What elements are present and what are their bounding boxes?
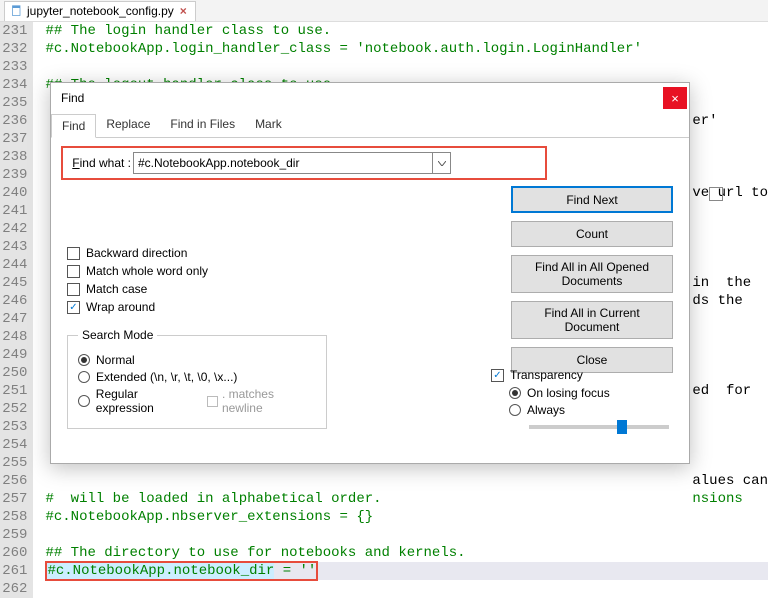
transparency-group: Transparency On losing focus Always bbox=[491, 368, 673, 429]
dialog-tabs: FindReplaceFind in FilesMark bbox=[51, 113, 689, 138]
radio-normal[interactable]: Normal bbox=[78, 353, 316, 367]
file-tab[interactable]: jupyter_notebook_config.py × bbox=[4, 1, 196, 21]
dropdown-arrow-icon[interactable] bbox=[433, 152, 451, 174]
close-icon[interactable]: × bbox=[178, 4, 189, 18]
radio-on-losing-focus[interactable]: On losing focus bbox=[509, 386, 673, 400]
find-combo bbox=[133, 152, 673, 174]
tab-replace[interactable]: Replace bbox=[96, 113, 160, 137]
find-input[interactable] bbox=[133, 152, 433, 174]
line-gutter: 2312322332342352362372382392402412422432… bbox=[0, 22, 33, 598]
find-next-button[interactable]: Find Next bbox=[511, 186, 673, 213]
find-row: Find what : bbox=[67, 152, 673, 174]
radio-extended[interactable]: Extended (\n, \r, \t, \0, \x...) bbox=[78, 370, 316, 384]
close-button[interactable]: × bbox=[663, 87, 687, 109]
pin-checkbox[interactable] bbox=[709, 187, 723, 201]
transparency-checkbox[interactable]: Transparency bbox=[491, 368, 673, 382]
find-label: Find what : bbox=[67, 156, 131, 170]
find-all-current-button[interactable]: Find All in Current Document bbox=[511, 301, 673, 339]
button-column: Find Next Count Find All in All Opened D… bbox=[511, 186, 673, 373]
radio-always[interactable]: Always bbox=[509, 403, 673, 417]
search-mode-group: Search Mode Normal Extended (\n, \r, \t,… bbox=[67, 328, 327, 429]
file-tab-bar: jupyter_notebook_config.py × bbox=[0, 0, 768, 22]
find-dialog: Find × FindReplaceFind in FilesMark Find… bbox=[50, 82, 690, 464]
count-button[interactable]: Count bbox=[511, 221, 673, 247]
dialog-body: Find what : Find Next Count Find All in … bbox=[51, 138, 689, 463]
file-icon bbox=[11, 5, 23, 17]
slider-thumb[interactable] bbox=[617, 420, 627, 434]
find-all-opened-button[interactable]: Find All in All Opened Documents bbox=[511, 255, 673, 293]
file-tab-name: jupyter_notebook_config.py bbox=[27, 4, 174, 18]
tab-find[interactable]: Find bbox=[51, 114, 96, 138]
transparency-slider[interactable] bbox=[529, 425, 669, 429]
dialog-title: Find bbox=[61, 91, 84, 105]
matches-newline: . matches newline bbox=[207, 387, 316, 415]
radio-regex[interactable]: Regular expression. matches newline bbox=[78, 387, 316, 415]
search-mode-legend: Search Mode bbox=[78, 328, 157, 342]
dialog-titlebar[interactable]: Find × bbox=[51, 83, 689, 113]
tab-find-in-files[interactable]: Find in Files bbox=[160, 113, 245, 137]
tab-mark[interactable]: Mark bbox=[245, 113, 292, 137]
